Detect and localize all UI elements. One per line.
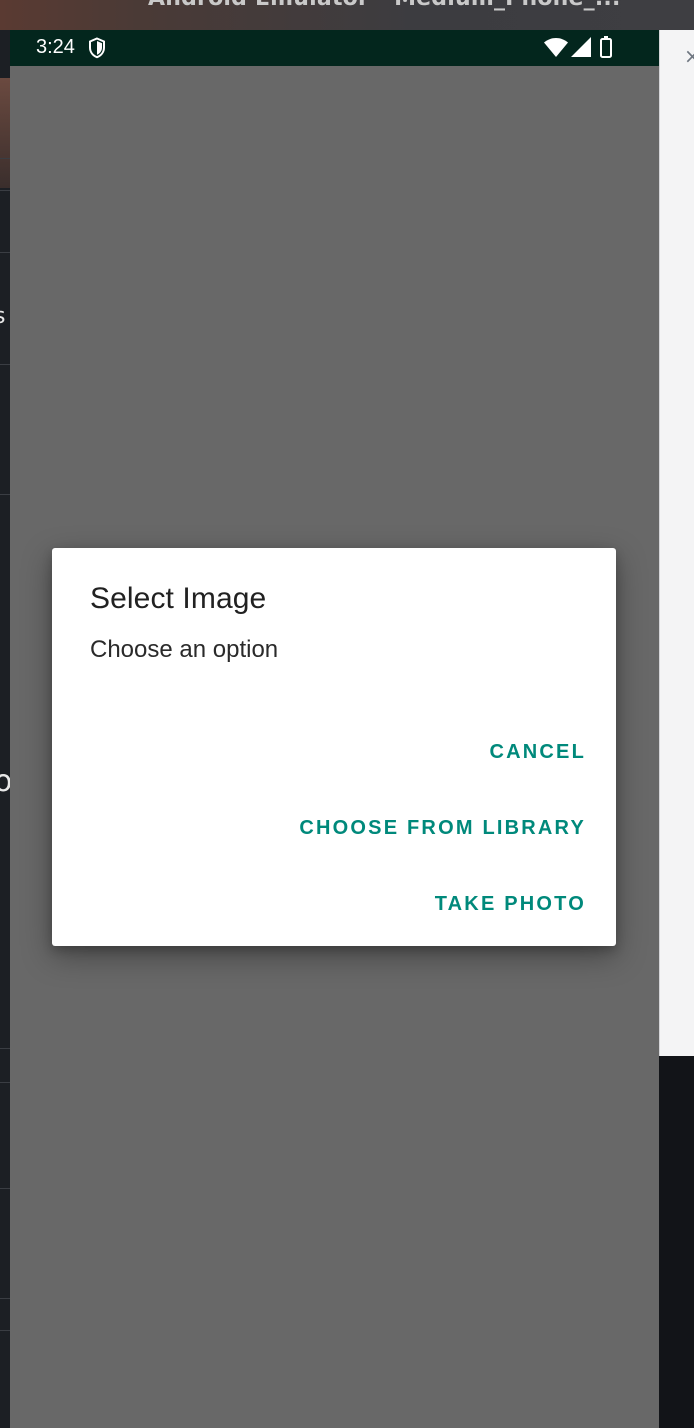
host-divider (0, 158, 10, 159)
host-divider (0, 1330, 10, 1331)
wifi-icon (544, 38, 568, 57)
dialog-message: Choose an option (90, 636, 279, 663)
host-divider (0, 494, 10, 495)
host-divider (0, 190, 10, 191)
take-photo-button[interactable]: TAKE PHOTO (435, 884, 586, 924)
host-divider (0, 1048, 10, 1049)
choose-from-library-button[interactable]: CHOOSE FROM LIBRARY (299, 808, 586, 848)
cancel-button[interactable]: CANCEL (489, 732, 586, 772)
host-divider (0, 364, 10, 365)
host-right-panel-lower (659, 1056, 694, 1428)
status-bar: 3:24 (10, 30, 659, 66)
emulator-window-titlebar[interactable]: Android Emulator - Medium_Phone_... (0, 0, 694, 30)
host-divider (0, 1298, 10, 1299)
host-right-panel (659, 30, 694, 1056)
dialog-title: Select Image (90, 582, 267, 615)
desktop: Android Emulator - Medium_Phone_... s o … (0, 0, 694, 1428)
host-left-panel (0, 30, 10, 1428)
shield-icon (89, 37, 105, 59)
host-left-thumbnail (0, 78, 10, 188)
host-divider (0, 252, 10, 253)
status-time: 3:24 (36, 36, 75, 58)
emulator-screen[interactable]: 3:24 Select Image Choose an option CANCE… (10, 30, 659, 1428)
signal-icon (571, 37, 591, 57)
close-icon[interactable]: × (684, 44, 694, 68)
host-clipped-text: s (0, 304, 5, 329)
select-image-dialog: Select Image Choose an option CANCEL CHO… (52, 548, 616, 946)
battery-icon (600, 36, 612, 58)
host-divider (0, 1188, 10, 1189)
host-divider (0, 1082, 10, 1083)
emulator-window-title: Android Emulator - Medium_Phone_... (148, 0, 621, 11)
